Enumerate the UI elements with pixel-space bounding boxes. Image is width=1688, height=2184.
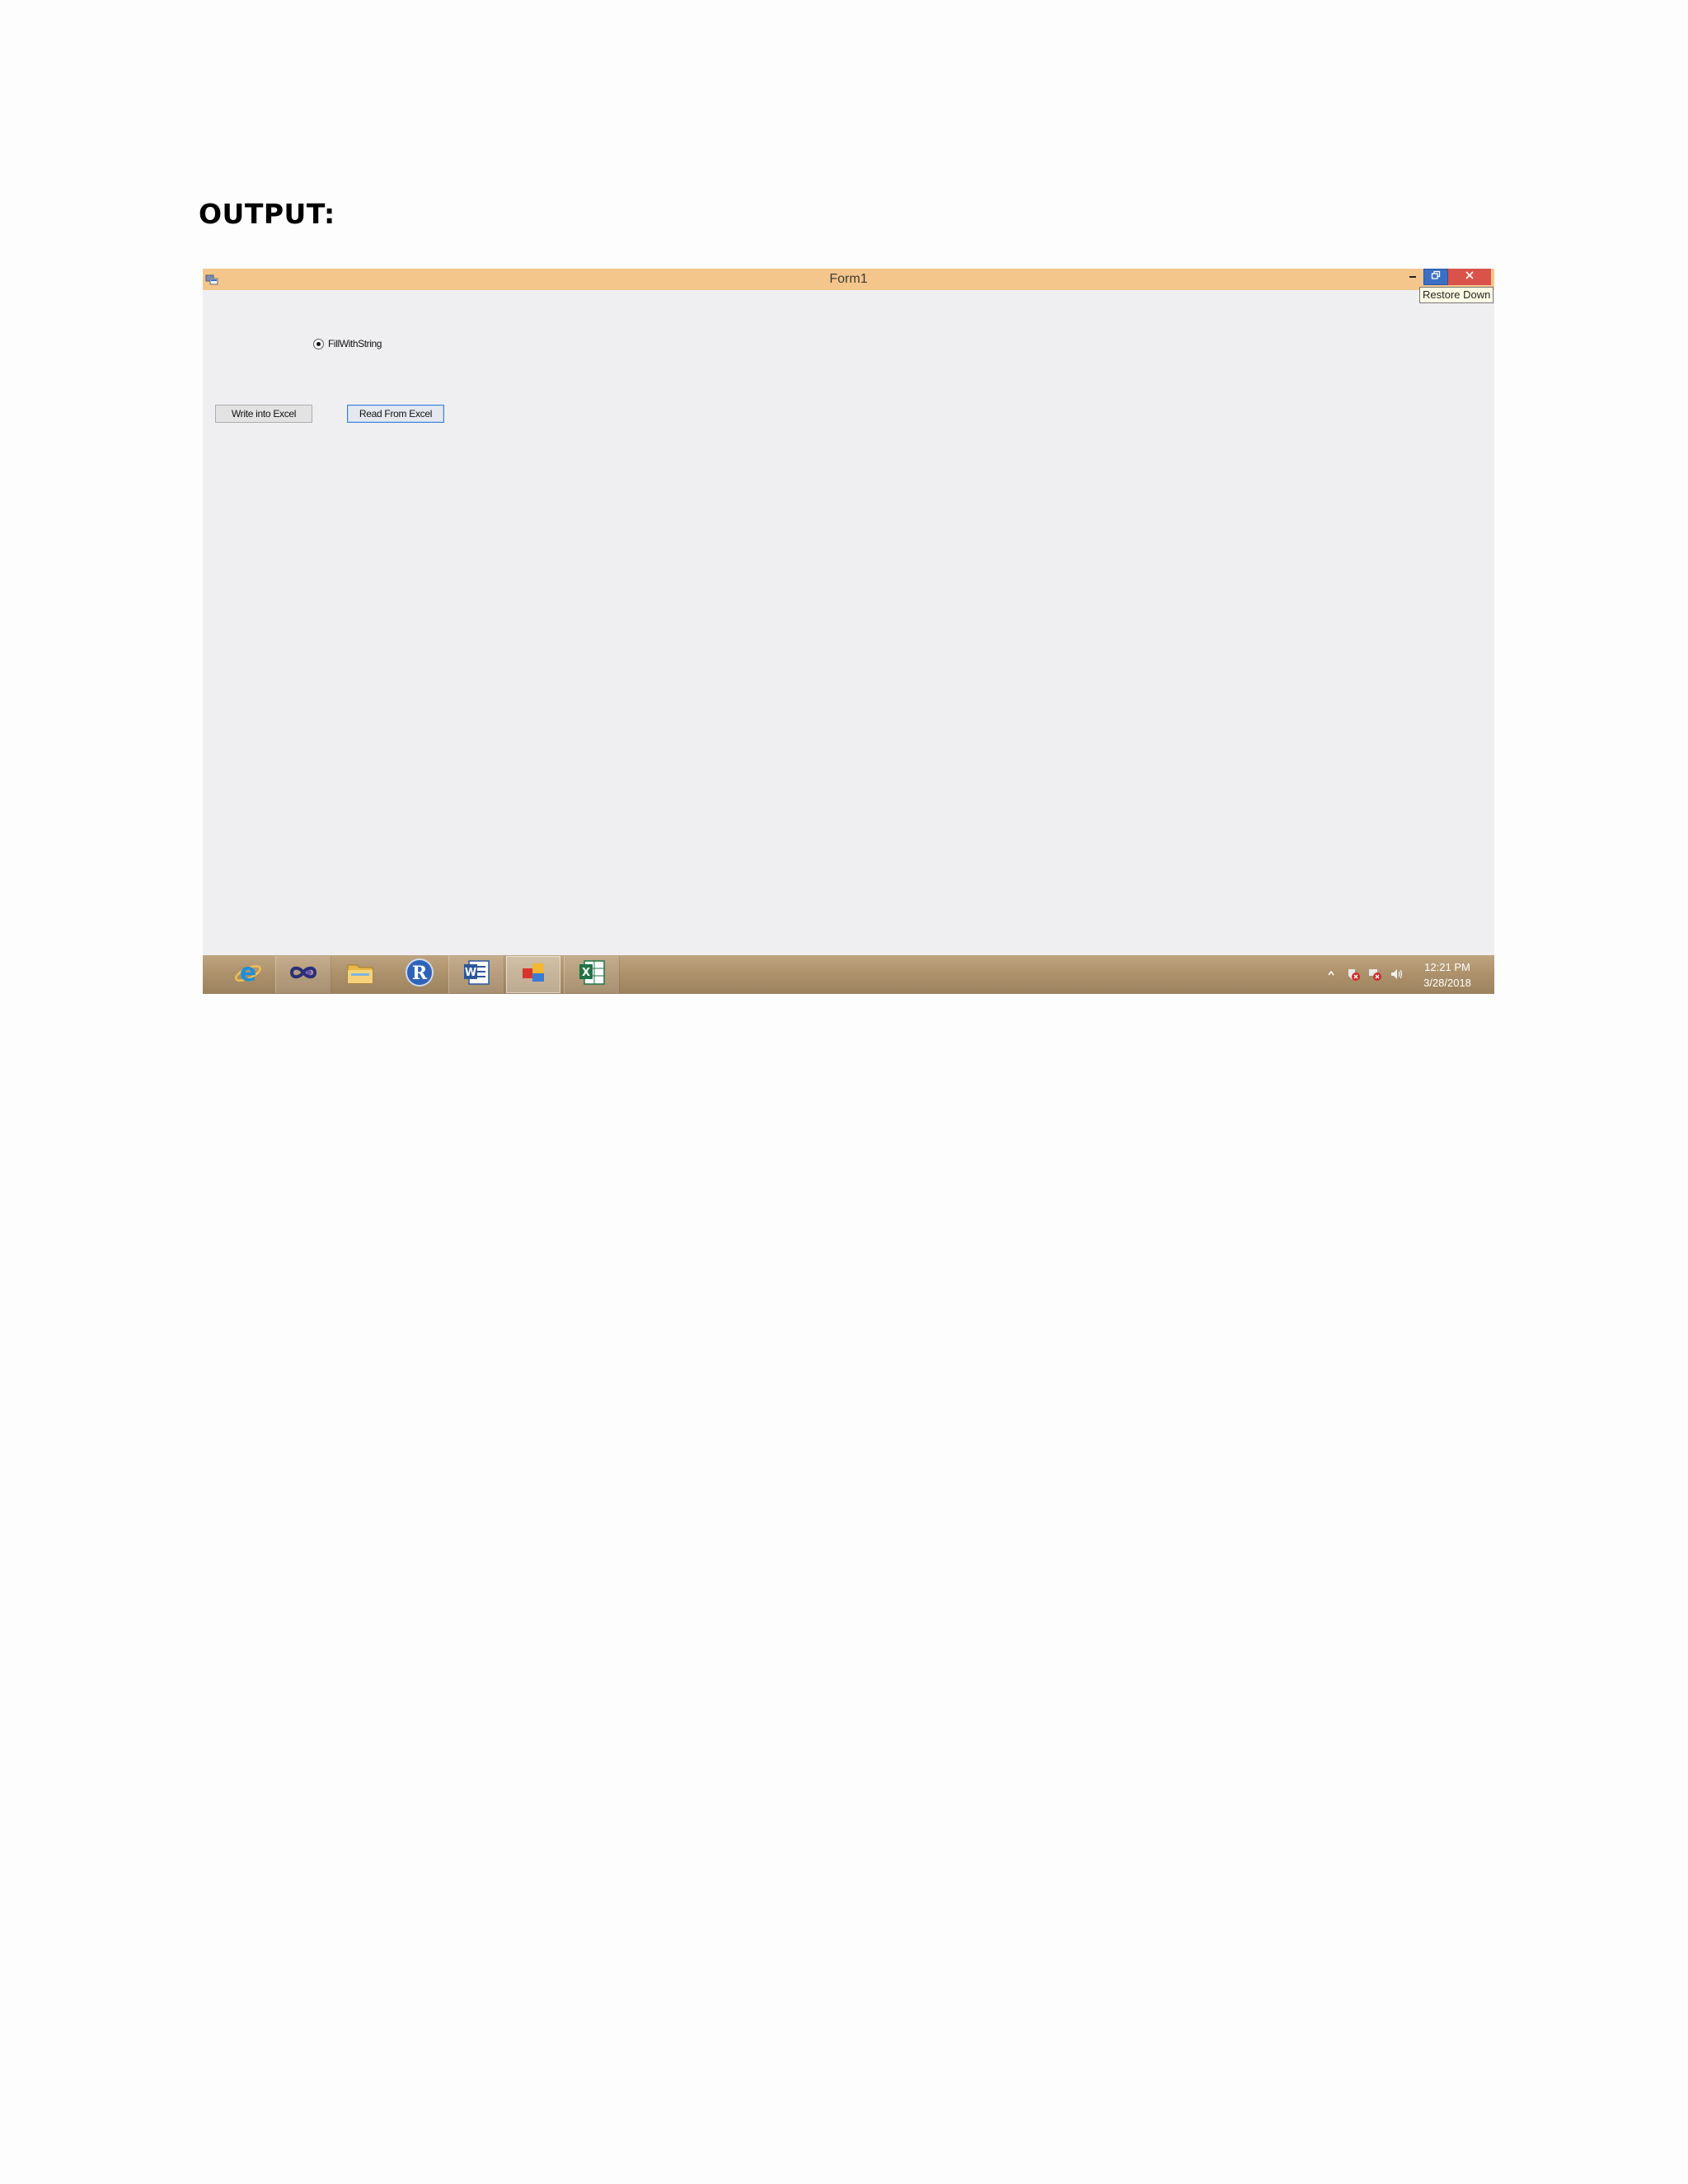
fill-with-string-radio[interactable]: FillWithString xyxy=(313,338,382,349)
taskbar-visual-studio[interactable] xyxy=(275,956,331,993)
r-icon: R xyxy=(404,957,435,992)
svg-text:W: W xyxy=(465,967,476,979)
radio-button-checked[interactable] xyxy=(313,338,324,349)
svg-text:e: e xyxy=(240,958,256,987)
show-hidden-icons-button[interactable] xyxy=(1325,967,1337,982)
visual-studio-icon xyxy=(288,957,319,992)
restore-down-button[interactable] xyxy=(1423,269,1448,285)
taskbar-r[interactable]: R xyxy=(392,956,447,993)
screen: Form1 Restore Down FillWithString Write … xyxy=(203,269,1494,994)
taskbar-internet-explorer[interactable]: e xyxy=(221,956,275,993)
taskbar-clock[interactable]: 12:21 PM 3/28/2018 xyxy=(1418,959,1476,991)
taskbar: e R W X 12:21 PM 3/28/2018 xyxy=(203,955,1494,994)
action-center-tray[interactable] xyxy=(1345,967,1362,986)
window-title: Form1 xyxy=(829,272,868,286)
close-icon xyxy=(1465,269,1475,284)
restore-icon xyxy=(1431,269,1441,284)
excel-icon: X xyxy=(576,957,607,992)
svg-text:X: X xyxy=(582,967,590,979)
read-from-excel-button[interactable]: Read From Excel xyxy=(347,405,444,423)
action-center-error-icon xyxy=(1346,967,1361,986)
minimize-icon xyxy=(1408,269,1418,284)
taskbar-excel[interactable]: X xyxy=(564,956,620,993)
internet-explorer-icon: e xyxy=(232,957,264,992)
word-icon: W xyxy=(461,957,492,992)
radio-label: FillWithString xyxy=(328,338,382,349)
show-hidden-icons-chevron xyxy=(1327,967,1335,982)
window-titlebar[interactable]: Form1 xyxy=(203,269,1494,290)
network-error-icon xyxy=(1367,967,1382,986)
taskbar-word[interactable]: W xyxy=(448,956,504,993)
volume-icon xyxy=(1389,967,1404,986)
file-explorer-icon xyxy=(345,957,376,992)
close-button[interactable] xyxy=(1448,269,1491,285)
write-into-excel-button[interactable]: Write into Excel xyxy=(215,405,312,423)
clock-time: 12:21 PM xyxy=(1424,961,1470,973)
minimize-button[interactable] xyxy=(1402,269,1423,285)
svg-text:R: R xyxy=(412,963,428,984)
network-tray[interactable] xyxy=(1367,967,1383,986)
taskbar-file-explorer[interactable] xyxy=(333,956,387,993)
form-app-icon xyxy=(518,957,549,992)
clock-date: 3/28/2018 xyxy=(1423,977,1471,989)
restore-down-tooltip: Restore Down xyxy=(1419,287,1494,303)
taskbar-form-app[interactable] xyxy=(506,956,560,993)
document-heading: OUTPUT: xyxy=(199,198,335,230)
volume-tray[interactable] xyxy=(1388,967,1404,986)
